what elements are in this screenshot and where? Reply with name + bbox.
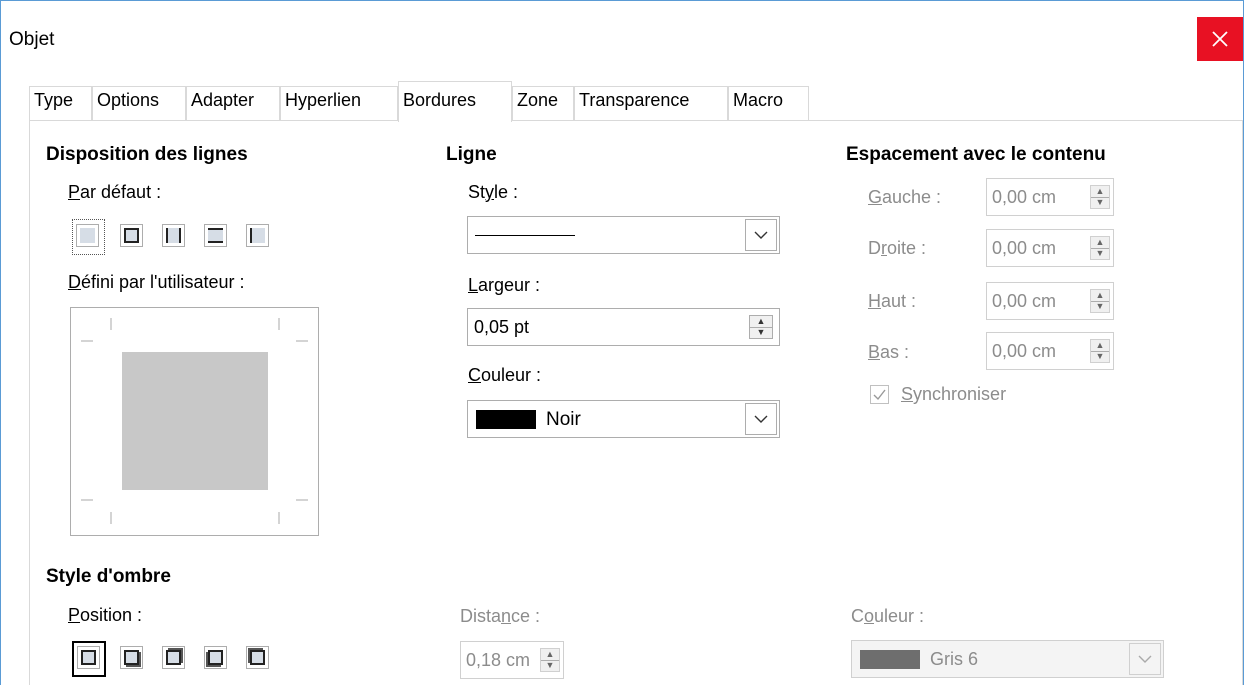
preset-top-bottom-button[interactable] [204, 224, 227, 247]
line-style-label: Style : [468, 182, 519, 202]
shadow-color-dropdown-button[interactable] [1129, 643, 1161, 675]
shadow-color-swatch [860, 650, 920, 669]
padding-heading: Espacement avec le contenu [846, 144, 1106, 165]
shadow-position-label: Position : [68, 605, 143, 625]
line-color-dropdown-button[interactable] [745, 403, 777, 435]
line-style-select[interactable] [467, 216, 780, 254]
tab-adapter[interactable]: Adapter [186, 86, 280, 120]
close-button[interactable] [1197, 17, 1243, 61]
user-defined-border-area[interactable] [70, 307, 319, 536]
line-color-label: Couleur : [468, 365, 542, 385]
padding-bottom-value: 0,00 cm [992, 341, 1057, 361]
shadow-color-value: Gris 6 [930, 649, 979, 669]
padding-left-label: Gauche : [868, 187, 942, 207]
line-color-value: Noir [546, 409, 581, 430]
padding-top-value: 0,00 cm [992, 291, 1057, 311]
padding-top-label: Haut : [868, 291, 917, 311]
tab-bordures[interactable]: Bordures [398, 81, 512, 122]
title-bar: Objet [1, 1, 1243, 79]
line-width-spinner[interactable]: ▲ ▼ [749, 315, 773, 339]
shadow-none-button[interactable] [77, 646, 100, 669]
close-icon [1212, 31, 1228, 47]
chevron-down-icon [754, 231, 768, 239]
preset-left-right-button[interactable] [162, 224, 185, 247]
shadow-top-right-button[interactable] [162, 646, 185, 669]
tab-zone[interactable]: Zone [512, 86, 574, 120]
padding-top-field[interactable]: 0,00 cm ▲ ▼ [986, 282, 1114, 320]
shadow-distance-field[interactable]: 0,18 cm ▲ ▼ [460, 641, 564, 679]
tab-macro[interactable]: Macro [728, 86, 809, 120]
preset-none-button[interactable] [76, 224, 99, 247]
dialog-window: Objet Type Options Adapter Hyperlien Bor… [0, 0, 1244, 685]
shadow-top-left-button[interactable] [246, 646, 269, 669]
border-preview [81, 318, 308, 524]
shadow-bottom-right-button[interactable] [120, 646, 143, 669]
synchronize-checkbox[interactable] [870, 385, 889, 404]
chevron-down-icon [1138, 655, 1152, 663]
shadow-heading: Style d'ombre [46, 566, 171, 587]
window-title: Objet [9, 29, 55, 50]
chevron-down-icon [754, 415, 768, 423]
padding-bottom-label: Bas : [868, 342, 910, 362]
shadow-color-select[interactable]: Gris 6 [851, 640, 1164, 678]
presets-label: Par défaut : [68, 182, 162, 202]
line-width-field[interactable]: 0,05 pt ▲ ▼ [467, 308, 780, 346]
padding-bottom-field[interactable]: 0,00 cm ▲ ▼ [986, 332, 1114, 370]
padding-left-field[interactable]: 0,00 cm ▲ ▼ [986, 178, 1114, 216]
line-color-swatch [476, 410, 536, 429]
padding-bottom-spinner[interactable]: ▲ ▼ [1090, 339, 1110, 363]
shadow-bottom-left-button[interactable] [204, 646, 227, 669]
shadow-distance-spinner[interactable]: ▲ ▼ [540, 648, 560, 672]
line-arrangement-heading: Disposition des lignes [46, 144, 248, 165]
tab-hyperlien[interactable]: Hyperlien [280, 86, 398, 120]
line-width-label: Largeur : [468, 275, 541, 295]
user-defined-label: Défini par l'utilisateur : [68, 272, 245, 292]
line-style-preview [475, 235, 575, 236]
line-style-dropdown-button[interactable] [745, 219, 777, 251]
padding-left-value: 0,00 cm [992, 187, 1057, 207]
spin-up-icon[interactable]: ▲ [750, 316, 772, 328]
shadow-distance-label: Distance : [460, 606, 541, 626]
tab-type[interactable]: Type [29, 86, 92, 120]
padding-left-spinner[interactable]: ▲ ▼ [1090, 185, 1110, 209]
padding-right-field[interactable]: 0,00 cm ▲ ▼ [986, 229, 1114, 267]
checkmark-icon [873, 389, 886, 401]
preset-diagonal-button[interactable] [246, 224, 269, 247]
line-heading: Ligne [446, 144, 497, 165]
synchronize-label: Synchroniser [901, 384, 1007, 404]
padding-right-value: 0,00 cm [992, 238, 1057, 258]
spin-down-icon[interactable]: ▼ [750, 328, 772, 339]
padding-right-label: Droite : [868, 238, 927, 258]
tab-transparence[interactable]: Transparence [574, 86, 728, 120]
shadow-color-label: Couleur : [851, 606, 925, 626]
line-width-value: 0,05 pt [474, 317, 530, 337]
shadow-distance-value: 0,18 cm [466, 650, 531, 670]
line-color-select[interactable]: Noir [467, 400, 780, 438]
tab-options[interactable]: Options [92, 86, 186, 120]
padding-right-spinner[interactable]: ▲ ▼ [1090, 236, 1110, 260]
padding-top-spinner[interactable]: ▲ ▼ [1090, 289, 1110, 313]
preset-box-button[interactable] [120, 224, 143, 247]
